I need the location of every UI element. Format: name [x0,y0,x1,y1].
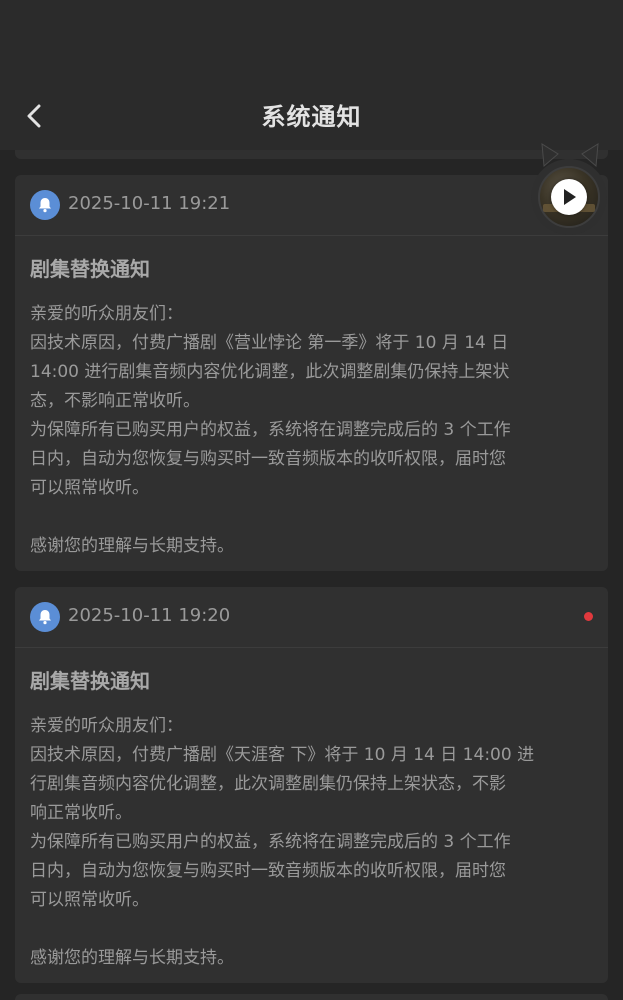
bell-icon [30,190,60,220]
notification-line: 为保障所有已购买用户的权益，系统将在调整完成后的 3 个工作 [30,832,511,852]
header: 系统通知 [0,80,623,150]
notification-card[interactable]: 2025-10-11 19:21 剧集替换通知 亲爱的听众朋友们： 因技术原因，… [15,175,608,571]
notification-header: 2025-10-11 19:21 [15,175,608,236]
notification-time: 2025-10-11 19:20 [68,605,231,626]
notification-line: 因技术原因，付费广播剧《天涯客 下》将于 10 月 14 日 14:00 进 [30,745,535,765]
next-card-edge [15,994,608,1000]
unread-dot [584,612,593,621]
notification-line: 行剧集音频内容优化调整，此次调整剧集仍保持上架状态，不影 [30,774,506,794]
notification-line: 亲爱的听众朋友们： [30,304,183,324]
previous-card-edge [15,150,608,159]
notification-line: 响正常收听。 [30,803,132,823]
notification-line: 态，不影响正常收听。 [30,391,200,411]
notification-line: 亲爱的听众朋友们： [30,716,183,736]
status-bar [0,0,623,80]
notification-line: 感谢您的理解与长期支持。 [30,536,234,556]
page: 系统通知 2025-10-11 19:21 剧集替换通知 亲爱的听众朋友们： 因… [0,0,623,1000]
notification-header: 2025-10-11 19:20 [15,587,608,648]
page-title: 系统通知 [261,103,362,131]
notification-body: 剧集替换通知 亲爱的听众朋友们： 因技术原因，付费广播剧《营业悖论 第一季》将于… [15,236,608,561]
notification-time: 2025-10-11 19:21 [68,193,231,214]
notification-title: 剧集替换通知 [30,257,150,281]
notification-line: 日内，自动为您恢复与购买时一致音频版本的收听权限，届时您 [30,449,506,469]
notification-line: 感谢您的理解与长期支持。 [30,948,234,968]
notification-line: 可以照常收听。 [30,478,149,498]
notification-body: 剧集替换通知 亲爱的听众朋友们： 因技术原因，付费广播剧《天涯客 下》将于 10… [15,648,608,973]
play-icon[interactable] [551,179,587,215]
notification-line: 日内，自动为您恢复与购买时一致音频版本的收听权限，届时您 [30,861,506,881]
notification-line: 14:00 进行剧集音频内容优化调整，此次调整剧集仍保持上架状 [30,362,510,382]
notification-title: 剧集替换通知 [30,669,150,693]
notification-line: 为保障所有已购买用户的权益，系统将在调整完成后的 3 个工作 [30,420,511,440]
notification-card[interactable]: 2025-10-11 19:20 剧集替换通知 亲爱的听众朋友们： 因技术原因，… [15,587,608,983]
floating-player[interactable] [531,159,607,235]
notification-line: 可以照常收听。 [30,890,149,910]
notification-line: 因技术原因，付费广播剧《营业悖论 第一季》将于 10 月 14 日 [30,333,509,353]
bell-icon [30,602,60,632]
